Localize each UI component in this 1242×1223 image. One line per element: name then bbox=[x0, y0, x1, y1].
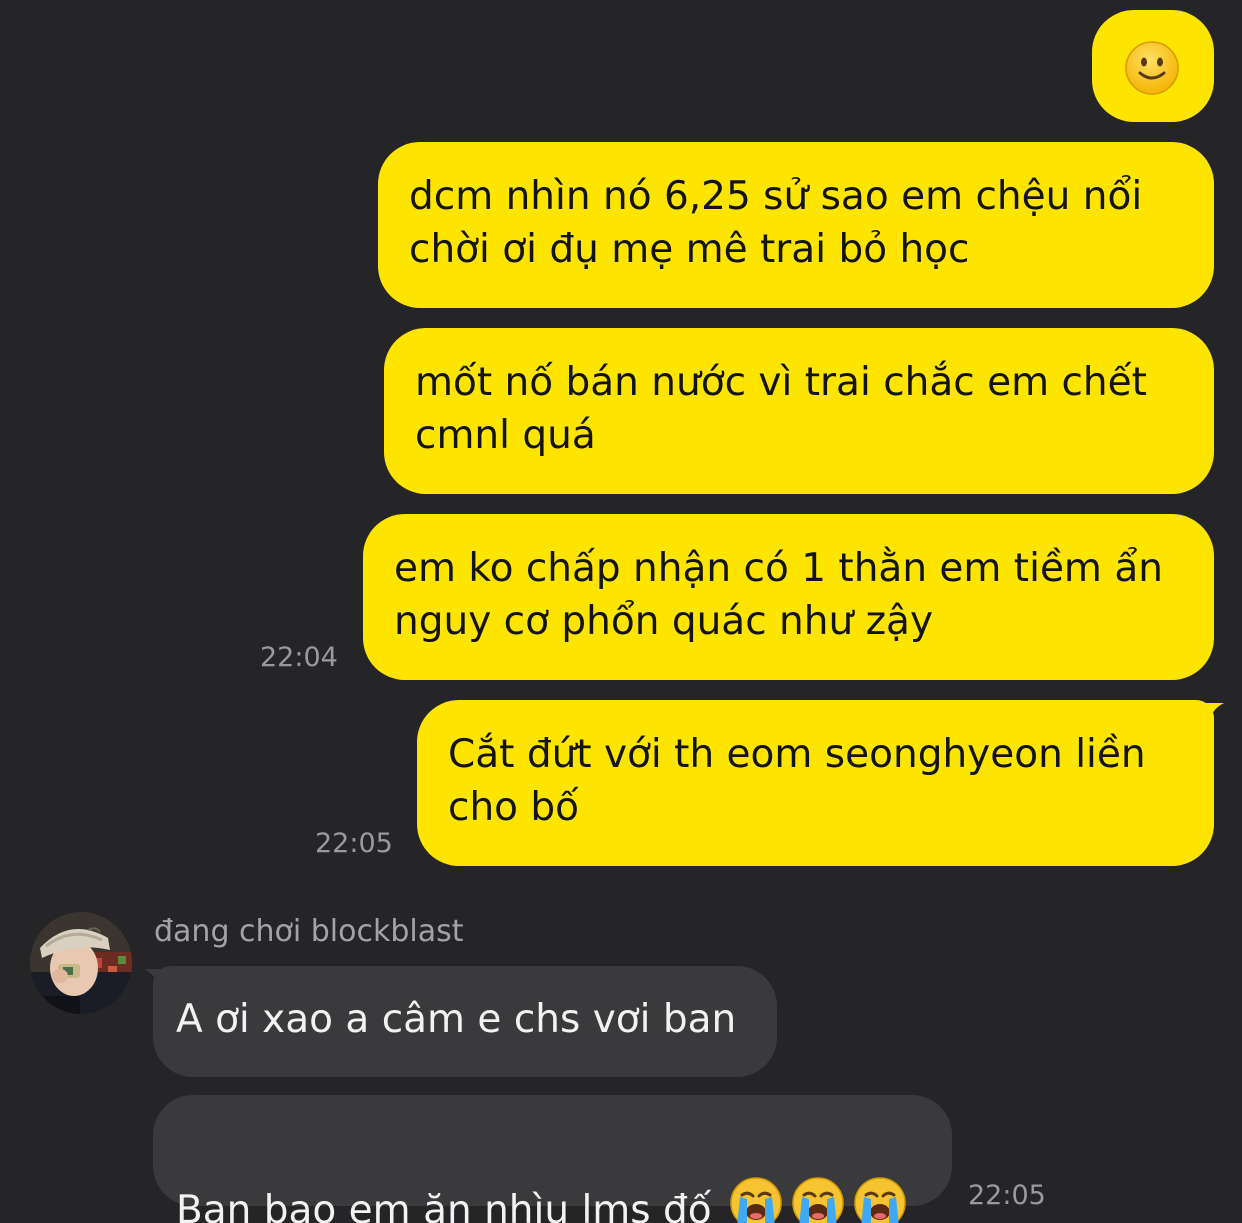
outgoing-message-bubble[interactable]: dcm nhìn nó 6,25 sử sao em chệu nổi chời… bbox=[378, 142, 1214, 308]
slightly-smiling-face-icon bbox=[1125, 41, 1179, 95]
outgoing-message-bubble[interactable]: em ko chấp nhận có 1 thằn em tiềm ẩn ngu… bbox=[363, 514, 1214, 680]
message-timestamp: 22:04 bbox=[260, 642, 338, 673]
sender-status: đang chơi blockblast bbox=[154, 914, 464, 949]
avatar-photo bbox=[30, 912, 132, 1014]
message-timestamp: 22:05 bbox=[315, 828, 393, 859]
loudly-crying-face-icon bbox=[729, 1177, 782, 1223]
loudly-crying-face-icon bbox=[791, 1177, 844, 1223]
chat-screen: dcm nhìn nó 6,25 sử sao em chệu nổi chời… bbox=[0, 0, 1242, 1223]
outgoing-message-bubble[interactable]: mốt nố bán nước vì trai chắc em chết cmn… bbox=[384, 328, 1214, 494]
incoming-message-bubble[interactable]: Ban bao em ăn nhìu lms đố bbox=[153, 1095, 952, 1223]
outgoing-message-bubble[interactable]: Cắt đứt với th eom seonghyeon liền cho b… bbox=[417, 700, 1214, 866]
message-timestamp: 22:05 bbox=[968, 1180, 1046, 1211]
incoming-message-bubble[interactable]: A ơi xao a câm e chs vơi ban bbox=[153, 966, 777, 1077]
loudly-crying-face-icon bbox=[853, 1177, 906, 1223]
outgoing-emoji-bubble[interactable] bbox=[1092, 10, 1214, 122]
message-text: Ban bao em ăn nhìu lms đố bbox=[176, 1188, 712, 1223]
sender-avatar[interactable] bbox=[30, 912, 132, 1014]
